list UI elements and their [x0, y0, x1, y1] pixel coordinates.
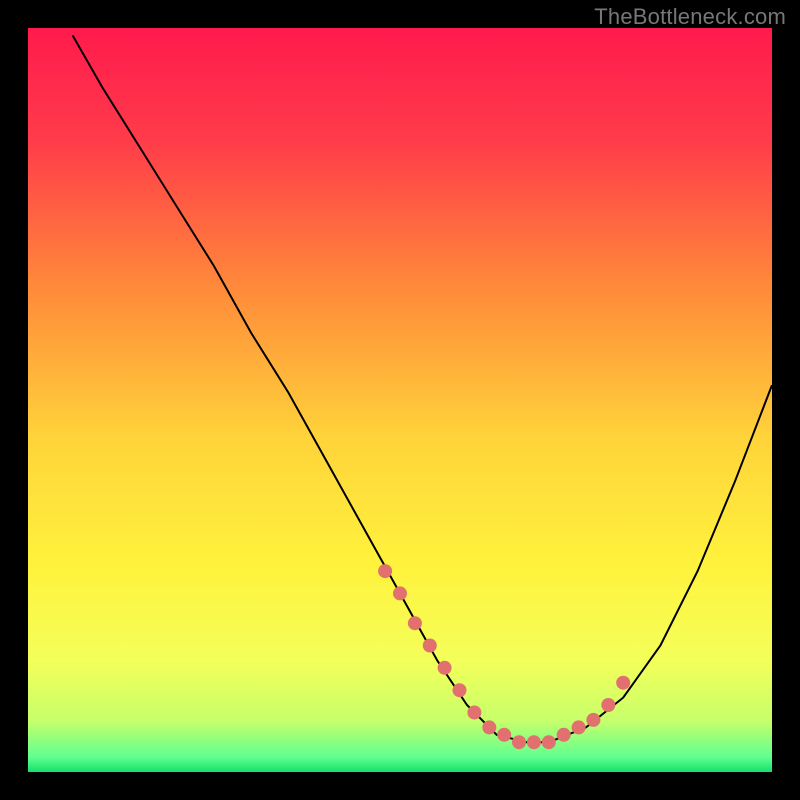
curve-marker [616, 676, 630, 690]
curve-marker [497, 728, 511, 742]
curve-marker [408, 616, 422, 630]
curve-marker [438, 661, 452, 675]
curve-marker [453, 683, 467, 697]
curve-marker [393, 586, 407, 600]
curve-marker [467, 706, 481, 720]
chart-frame: TheBottleneck.com [0, 0, 800, 800]
curve-marker [542, 735, 556, 749]
watermark-text: TheBottleneck.com [594, 4, 786, 30]
curve-marker [482, 720, 496, 734]
curve-marker [423, 639, 437, 653]
bottleneck-curve-chart [0, 0, 800, 800]
curve-marker [601, 698, 615, 712]
plot-background [28, 28, 772, 772]
curve-marker [586, 713, 600, 727]
curve-marker [572, 720, 586, 734]
curve-marker [378, 564, 392, 578]
curve-marker [557, 728, 571, 742]
curve-marker [527, 735, 541, 749]
curve-marker [512, 735, 526, 749]
